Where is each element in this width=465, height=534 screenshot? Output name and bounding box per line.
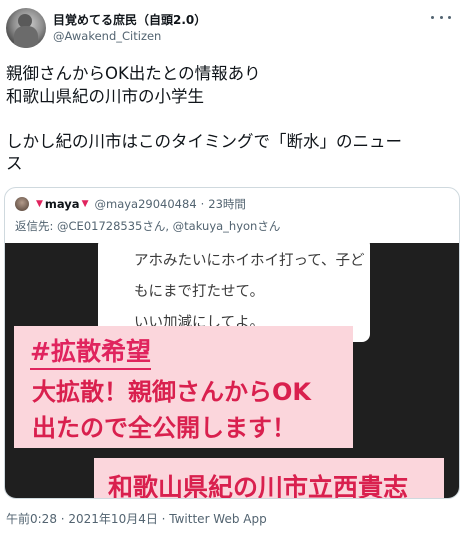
image-card-line-1: アホみたいにホイホイ打って、子ど	[134, 253, 365, 269]
tweet-header: 目覚めてる庶民（自頭2.0） @Awakend_Citizen	[0, 0, 465, 50]
quoted-time[interactable]: 23時間	[208, 196, 246, 212]
tweet-line-1: 親御さんからOK出たとの情報あり	[6, 64, 261, 83]
avatar[interactable]	[6, 8, 46, 48]
separator-dot: ·	[200, 197, 205, 211]
heart-decoration-icon: ▼	[81, 199, 89, 209]
image-pink-banner: #拡散希望 大拡散！親御さんからOK 出たので全公開します！	[14, 326, 353, 448]
tweet-timestamp[interactable]: 午前0:28 · 2021年10月4日 · Twitter Web App	[6, 510, 267, 527]
tweet-line-2: 和歌山県紀の川市の小学生	[6, 86, 204, 106]
quoted-image[interactable]: アホみたいにホイホイ打って、子ど もにまで打たせて。 いい加減にしてよ。 #拡散…	[5, 243, 459, 499]
author-display-name[interactable]: 目覚めてる庶民（自頭2.0）	[53, 11, 206, 28]
image-hashtag: #拡散希望	[30, 332, 151, 370]
tweet-line-4: しかし紀の川市はこのタイミングで「断水」のニュー	[6, 131, 402, 151]
quoted-handle[interactable]: @maya29040484	[95, 197, 197, 211]
more-options-icon[interactable]	[431, 10, 451, 24]
statue-body-icon	[14, 26, 38, 48]
image-headline-2: 出たので全公開します！	[32, 414, 296, 442]
tweet-line-5: ス	[6, 154, 23, 173]
image-card-line-2: もにまで打たせて。	[134, 284, 265, 300]
quoted-display-name[interactable]: maya	[45, 197, 80, 211]
quoted-tweet[interactable]: ▼ maya ▼ @maya29040484 · 23時間 返信先: @CE01…	[4, 187, 460, 499]
image-location-banner: 和歌山県紀の川市立西貴志	[94, 458, 444, 499]
tweet-text: 親御さんからOK出たとの情報あり 和歌山県紀の川市の小学生 しかし紀の川市はこの…	[6, 63, 456, 176]
quoted-avatar[interactable]	[15, 197, 29, 211]
author-handle[interactable]: @Awakend_Citizen	[53, 29, 161, 43]
quoted-tweet-header: ▼ maya ▼ @maya29040484 · 23時間	[15, 196, 246, 212]
reply-to-line: 返信先: @CE01728535さん, @takuya_hyonさん	[15, 219, 281, 233]
heart-decoration-icon: ▼	[36, 199, 43, 209]
image-headline-1: 大拡散！親御さんからOK	[32, 378, 311, 406]
image-location-text: 和歌山県紀の川市立西貴志	[108, 473, 409, 499]
